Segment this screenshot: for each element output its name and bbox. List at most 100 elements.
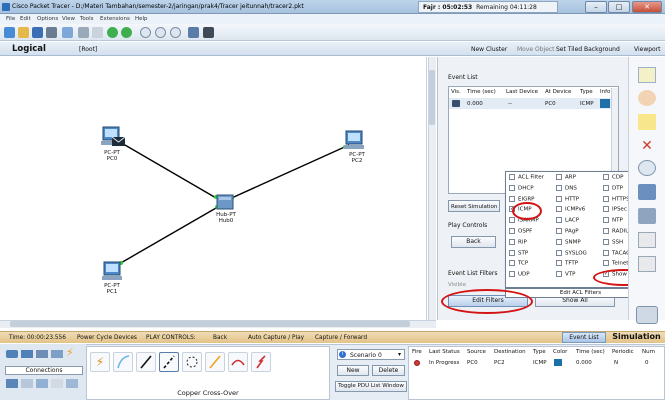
custom-device-icon[interactable]: [203, 27, 214, 38]
auto-capture-button[interactable]: Auto Capture / Play: [248, 335, 304, 341]
custom-category-icon[interactable]: [51, 379, 63, 388]
toggle-pdu-list-button[interactable]: Toggle PDU List Window: [335, 381, 407, 392]
simulation-clock-icon[interactable]: [636, 306, 658, 324]
security-category-icon[interactable]: [21, 379, 33, 388]
fire-indicator-icon[interactable]: [414, 360, 420, 366]
checkbox-unchecked[interactable]: [509, 184, 515, 191]
checkbox-unchecked[interactable]: [603, 217, 609, 224]
menu-tools[interactable]: Tools: [80, 16, 94, 22]
set-tiled-background-button[interactable]: Set Tiled Background: [556, 46, 620, 53]
wan-emulation-category-icon[interactable]: [36, 379, 48, 388]
checkbox-unchecked[interactable]: [556, 195, 562, 202]
print-icon[interactable]: [46, 27, 57, 38]
new-scenario-button[interactable]: New: [337, 365, 369, 376]
scenario-select[interactable]: Scenario 0 ▾: [337, 349, 405, 360]
zoom-in-icon[interactable]: [140, 27, 151, 38]
filter-option-snmp[interactable]: SNMP: [556, 238, 581, 245]
checkbox-unchecked[interactable]: [556, 260, 562, 267]
filter-option-lacp[interactable]: LACP: [556, 217, 579, 224]
filter-option-dtp[interactable]: DTP: [603, 184, 623, 191]
checkbox-unchecked[interactable]: [556, 184, 562, 191]
filter-option-rip[interactable]: RIP: [509, 238, 527, 245]
checkbox-unchecked[interactable]: [556, 206, 562, 213]
router-category-icon[interactable]: [6, 350, 18, 358]
filter-option-tcp[interactable]: TCP: [509, 260, 528, 267]
maximize-button[interactable]: □: [608, 1, 630, 13]
checkbox-unchecked[interactable]: [603, 249, 609, 256]
filter-option-telnet[interactable]: Telnet: [603, 260, 628, 267]
coaxial-cable-icon[interactable]: [251, 352, 271, 372]
logical-tab[interactable]: Logical: [12, 44, 46, 54]
add-simple-pdu-icon[interactable]: [638, 232, 656, 248]
menu-edit[interactable]: Edit: [20, 16, 31, 22]
menu-view[interactable]: View: [62, 16, 75, 22]
palette-icon[interactable]: [188, 27, 199, 38]
root-breadcrumb[interactable]: [Root]: [79, 46, 97, 53]
viewport-button[interactable]: Viewport: [634, 46, 661, 53]
auto-connection-icon[interactable]: ⚡: [90, 352, 110, 372]
checkbox-unchecked[interactable]: [509, 260, 515, 267]
filter-option-udp[interactable]: UDP: [509, 271, 530, 278]
pc2-label[interactable]: PC-PT PC2: [337, 152, 377, 164]
filter-option-acl-filter[interactable]: ACL Filter: [509, 174, 544, 181]
redo-icon[interactable]: [121, 27, 132, 38]
activity-wizard-icon[interactable]: [62, 27, 73, 38]
filter-option-icmpv6[interactable]: ICMPv6: [556, 206, 585, 213]
checkbox-unchecked[interactable]: [556, 174, 562, 180]
menu-help[interactable]: Help: [135, 16, 148, 22]
checkbox-unchecked[interactable]: [603, 184, 609, 191]
checkbox-unchecked[interactable]: [556, 228, 562, 234]
pc0-label[interactable]: PC-PT PC0: [92, 150, 132, 162]
capture-forward-button[interactable]: Capture / Forward: [315, 335, 367, 341]
rollover-cable-icon[interactable]: [182, 352, 202, 372]
checkbox-unchecked[interactable]: [603, 195, 609, 202]
hub-category-icon[interactable]: [36, 350, 48, 358]
back-button[interactable]: Back: [451, 236, 496, 248]
logical-workspace[interactable]: PC-PT PC0 PC-PT PC2 Hub-PT Hub0 PC-PT PC1: [0, 57, 427, 320]
checkbox-unchecked[interactable]: [556, 271, 562, 278]
checkbox-unchecked[interactable]: [509, 238, 515, 245]
new-cluster-button[interactable]: New Cluster: [471, 46, 507, 53]
reset-simulation-button[interactable]: Reset Simulation: [448, 200, 500, 212]
checkbox-unchecked[interactable]: [603, 238, 609, 245]
filter-option-dns[interactable]: DNS: [556, 184, 577, 191]
filter-option-ntp[interactable]: NTP: [603, 217, 623, 224]
filter-option-dhcp[interactable]: DHCP: [509, 184, 534, 191]
vertical-scroll-thumb[interactable]: [429, 70, 435, 125]
zoom-out-icon[interactable]: [170, 27, 181, 38]
checkbox-unchecked[interactable]: [509, 228, 515, 234]
filter-option-ssh[interactable]: SSH: [603, 238, 623, 245]
filter-option-cdp[interactable]: CDP: [603, 174, 623, 181]
straight-through-cable-icon[interactable]: [136, 352, 156, 372]
copy-icon[interactable]: [78, 27, 89, 38]
checkbox-unchecked[interactable]: [603, 206, 609, 213]
filter-option-vtp[interactable]: VTP: [556, 271, 575, 278]
hand-tool-icon[interactable]: [638, 90, 656, 106]
inspect-tool-icon[interactable]: [638, 160, 656, 176]
delete-scenario-button[interactable]: Delete: [372, 365, 405, 376]
move-object-button[interactable]: Move Object: [517, 46, 555, 53]
new-file-icon[interactable]: [4, 27, 15, 38]
filter-option-eigrp[interactable]: EIGRP: [509, 195, 535, 202]
filter-option-ospf[interactable]: OSPF: [509, 228, 532, 235]
connections-category-icon[interactable]: ⚡: [66, 347, 78, 359]
filter-option-tftp[interactable]: TFTP: [556, 260, 578, 267]
filter-option-syslog[interactable]: SYSLOG: [556, 249, 587, 256]
checkbox-unchecked[interactable]: [603, 174, 609, 180]
filter-option-http[interactable]: HTTP: [556, 195, 579, 202]
checkbox-unchecked[interactable]: [509, 249, 515, 256]
checkbox-unchecked[interactable]: [509, 195, 515, 202]
checkbox-unchecked[interactable]: [556, 238, 562, 245]
checkbox-unchecked[interactable]: [603, 228, 609, 234]
filter-option-https[interactable]: HTTPS: [603, 195, 630, 202]
phone-cable-icon[interactable]: [228, 352, 248, 372]
note-tool-icon[interactable]: [638, 114, 656, 130]
console-cable-icon[interactable]: [113, 352, 133, 372]
filter-option-pagp[interactable]: PAgP: [556, 228, 579, 235]
undo-icon[interactable]: [107, 27, 118, 38]
open-folder-icon[interactable]: [18, 27, 29, 38]
fiber-cable-icon[interactable]: [205, 352, 225, 372]
shape-tool-icon[interactable]: [638, 184, 656, 200]
menu-options[interactable]: Options: [37, 16, 58, 22]
minimize-button[interactable]: –: [585, 1, 607, 13]
